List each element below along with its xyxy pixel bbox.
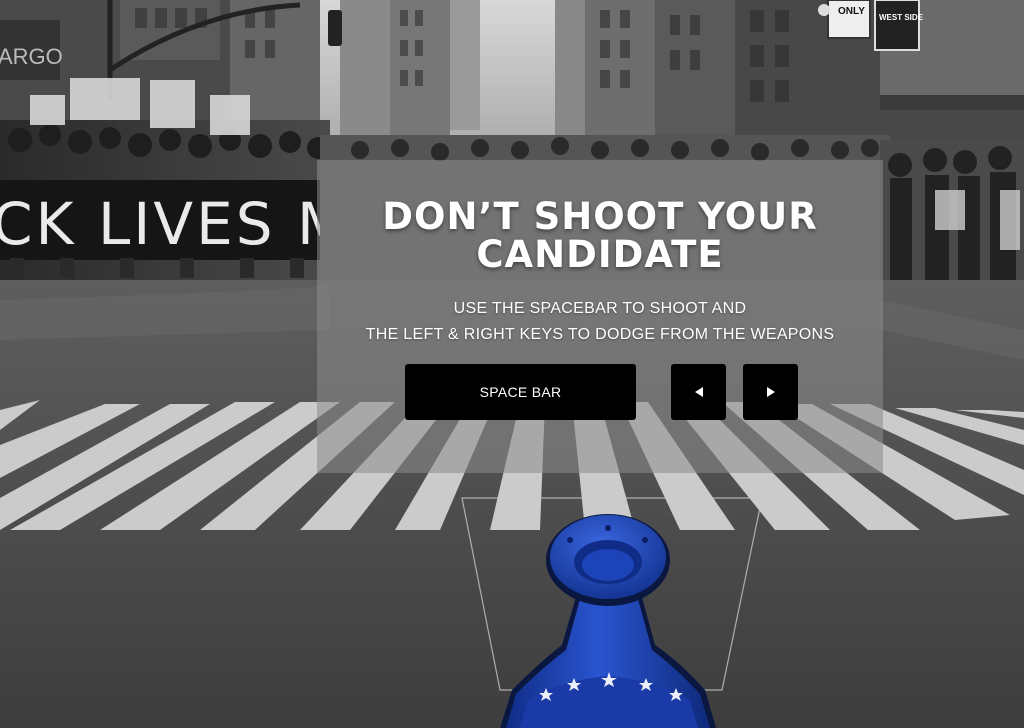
- key-controls: SPACE BAR: [405, 364, 805, 420]
- store-sign-text: ARGO: [0, 44, 63, 69]
- instructions-panel: DON’T SHOOT YOUR CANDIDATE USE THE SPACE…: [317, 160, 883, 473]
- instructions-line2: THE LEFT & RIGHT KEYS TO DODGE FROM THE …: [365, 326, 835, 343]
- right-key-button[interactable]: [743, 364, 798, 420]
- game-title-line2: CANDIDATE: [476, 233, 724, 276]
- instructions-line1: USE THE SPACEBAR TO SHOOT AND: [453, 300, 747, 317]
- only-sign-text: ONLY: [838, 6, 865, 17]
- protest-banner-text: CK LIVES M: [0, 190, 350, 258]
- right-buildings: ONLY WEST SIDE: [555, 0, 1024, 150]
- left-key-button[interactable]: [671, 364, 726, 420]
- street-sign-text: WEST SIDE: [879, 13, 924, 22]
- game-title-line1: DON’T SHOOT YOUR: [382, 195, 818, 238]
- space-bar-label: SPACE BAR: [479, 384, 562, 400]
- game-instructions: USE THE SPACEBAR TO SHOOT AND THE LEFT &…: [317, 296, 883, 348]
- game-title: DON’T SHOOT YOUR CANDIDATE: [317, 198, 883, 274]
- right-arrow-icon: [766, 387, 775, 397]
- space-bar-button[interactable]: SPACE BAR: [405, 364, 636, 420]
- left-arrow-icon: [694, 387, 703, 397]
- game-stage[interactable]: ARGO ONLY WEST SIDE CK LIVES M DON’T SHO…: [0, 0, 1024, 728]
